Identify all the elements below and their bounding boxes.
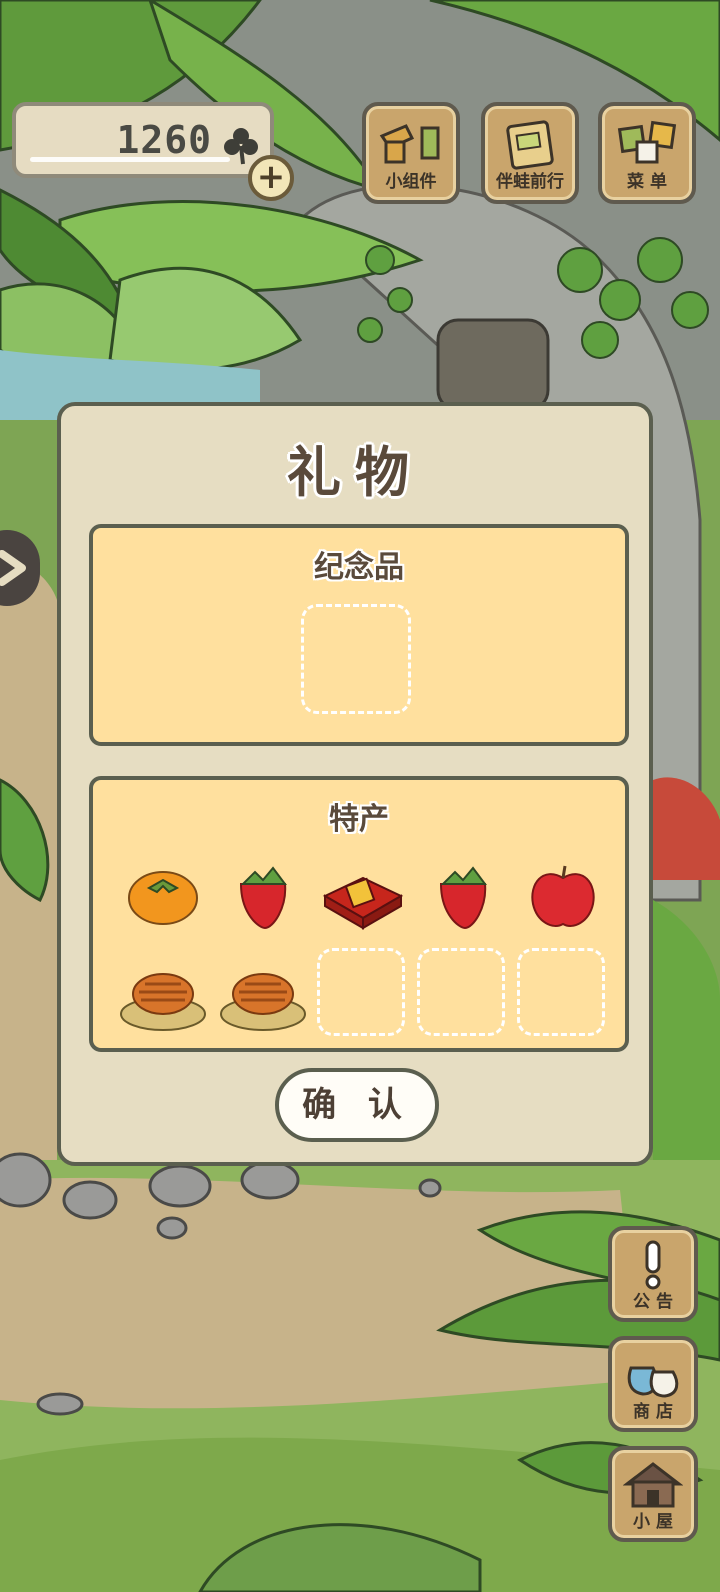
house-icon [622, 1460, 684, 1514]
souvenir-slot-empty[interactable] [301, 604, 411, 714]
specialty-slot-empty[interactable] [317, 948, 405, 1036]
house-button[interactable]: 小 屋 [608, 1446, 698, 1542]
shop-bags-icon [623, 1350, 683, 1404]
specialty-title: 特产 [329, 802, 389, 837]
house-label: 小 屋 [633, 1512, 673, 1532]
notice-label: 公 告 [633, 1292, 673, 1312]
menu-button[interactable]: 菜 单 [598, 102, 696, 204]
shop-button[interactable]: 商 店 [608, 1336, 698, 1432]
specialty-section: 特产 [89, 776, 629, 1052]
confirm-button[interactable]: 确 认 [275, 1068, 439, 1142]
menu-label: 菜 单 [627, 172, 667, 192]
back-arrow-icon[interactable] [0, 530, 40, 606]
travel-book-icon [500, 120, 560, 174]
widget-button[interactable]: 小组件 [362, 102, 460, 204]
add-clover-button[interactable]: + [248, 155, 294, 201]
widget-label: 小组件 [385, 172, 437, 192]
persimmon-icon[interactable] [115, 844, 211, 940]
dialog-title: 礼物 [287, 441, 423, 504]
travel-with-frog-label: 伴蛙前行 [496, 172, 564, 192]
gift-box-icon[interactable] [315, 844, 411, 940]
travel-with-frog-button[interactable]: 伴蛙前行 [481, 102, 579, 204]
clover-count: 1260 [116, 118, 212, 162]
specialty-slot-empty[interactable] [417, 948, 505, 1036]
strawberry-icon[interactable] [215, 844, 311, 940]
gift-dialog: 礼物 纪念品 特产 确 认 [57, 402, 653, 1166]
strawberry-icon-2[interactable] [415, 844, 511, 940]
fried-snack-icon[interactable] [115, 944, 211, 1040]
specialty-slot-empty[interactable] [517, 948, 605, 1036]
notice-icon [638, 1240, 668, 1294]
notice-button[interactable]: 公 告 [608, 1226, 698, 1322]
apple-icon[interactable] [515, 844, 611, 940]
menu-icon [615, 120, 679, 172]
widget-icon [376, 120, 446, 172]
clover-counter: 1260 [12, 102, 274, 178]
fried-snack-icon-2[interactable] [215, 944, 311, 1040]
souvenir-section: 纪念品 [89, 524, 629, 746]
souvenir-title: 纪念品 [314, 550, 404, 585]
clover-bar [30, 157, 230, 162]
shop-label: 商 店 [633, 1402, 673, 1422]
